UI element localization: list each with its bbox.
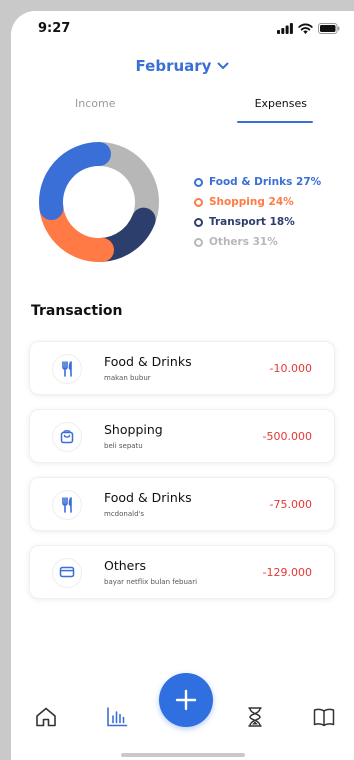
legend-item: Shopping 24%: [194, 192, 321, 212]
transaction-amount: -10.000: [269, 362, 312, 375]
add-icon: [175, 689, 197, 711]
chart-legend: Food & Drinks 27% Shopping 24% Transport 1…: [194, 172, 321, 252]
nav-stats[interactable]: [104, 704, 130, 730]
transaction-note: beli sepatu: [104, 442, 143, 450]
month-label: February: [135, 57, 212, 75]
chevron-down-icon: [217, 62, 229, 69]
status-time: 9:27: [38, 21, 71, 36]
transaction-title: Food & Drinks: [104, 490, 192, 505]
transaction-title: Food & Drinks: [104, 354, 192, 369]
wifi-icon: [298, 23, 313, 34]
legend-label: Food & Drinks 27%: [209, 176, 322, 188]
status-bar: 9:27: [11, 11, 354, 51]
nav-book[interactable]: [311, 704, 337, 730]
month-selector[interactable]: February: [11, 57, 354, 75]
legend-item: Others 31%: [194, 232, 321, 252]
transaction-card[interactable]: Food & Drinks makan bubur -10.000: [29, 341, 335, 395]
active-tab-indicator: [237, 121, 313, 123]
transaction-icon-circle: [52, 354, 82, 384]
transaction-icon-circle: [52, 558, 82, 588]
legend-label: Others 31%: [209, 236, 278, 248]
tab-income[interactable]: Income: [75, 97, 115, 110]
legend-dot: [194, 217, 203, 227]
book-icon: [313, 708, 335, 727]
card-icon: [59, 566, 75, 578]
transaction-card[interactable]: Shopping beli sepatu -500.000: [29, 409, 335, 463]
tab-expenses[interactable]: Expenses: [255, 97, 307, 110]
shopping-bag-icon: [60, 430, 74, 444]
status-icons: [277, 23, 340, 34]
signal-icon: [277, 23, 293, 34]
legend-item: Transport 18%: [194, 212, 321, 232]
transaction-note: mcdonald's: [104, 510, 145, 518]
fork-knife-icon: [62, 361, 72, 377]
phone-screen: 9:27 February Income Expenses Food & Dri…: [11, 11, 354, 760]
transaction-amount: -129.000: [262, 566, 312, 579]
transaction-icon-circle: [52, 422, 82, 452]
transaction-icon-circle: [52, 490, 82, 520]
transaction-section-title: Transaction: [31, 303, 123, 319]
legend-dot: [194, 237, 203, 247]
transaction-title: Shopping: [104, 422, 163, 437]
transaction-list: Food & Drinks makan bubur -10.000 Shopping b…: [29, 341, 335, 613]
fork-knife-icon: [62, 497, 72, 513]
transaction-note: bayar netflix bulan febuari: [104, 578, 198, 586]
transaction-note: makan bubur: [104, 374, 151, 382]
transaction-amount: -75.000: [269, 498, 312, 511]
legend-label: Transport 18%: [209, 216, 295, 228]
nav-history[interactable]: [242, 704, 268, 730]
home-indicator: [121, 753, 245, 757]
legend-label: Shopping 24%: [209, 196, 294, 208]
add-transaction-button[interactable]: [159, 673, 213, 727]
type-tabs: Income Expenses: [51, 95, 313, 125]
legend-dot: [194, 177, 203, 187]
transaction-card[interactable]: Food & Drinks mcdonald's -75.000: [29, 477, 335, 531]
legend-dot: [194, 197, 203, 207]
expense-donut-chart: [39, 142, 159, 262]
hourglass-icon: [248, 707, 262, 727]
bar-chart-icon: [107, 707, 128, 727]
transaction-card[interactable]: Others bayar netflix bulan febuari -129.00…: [29, 545, 335, 599]
transaction-amount: -500.000: [262, 430, 312, 443]
nav-home[interactable]: [33, 704, 59, 730]
legend-item: Food & Drinks 27%: [194, 172, 321, 192]
donut-slice-food-drinks: [39, 142, 111, 221]
home-icon: [36, 707, 56, 727]
battery-icon: [318, 23, 340, 34]
transaction-title: Others: [104, 558, 147, 573]
